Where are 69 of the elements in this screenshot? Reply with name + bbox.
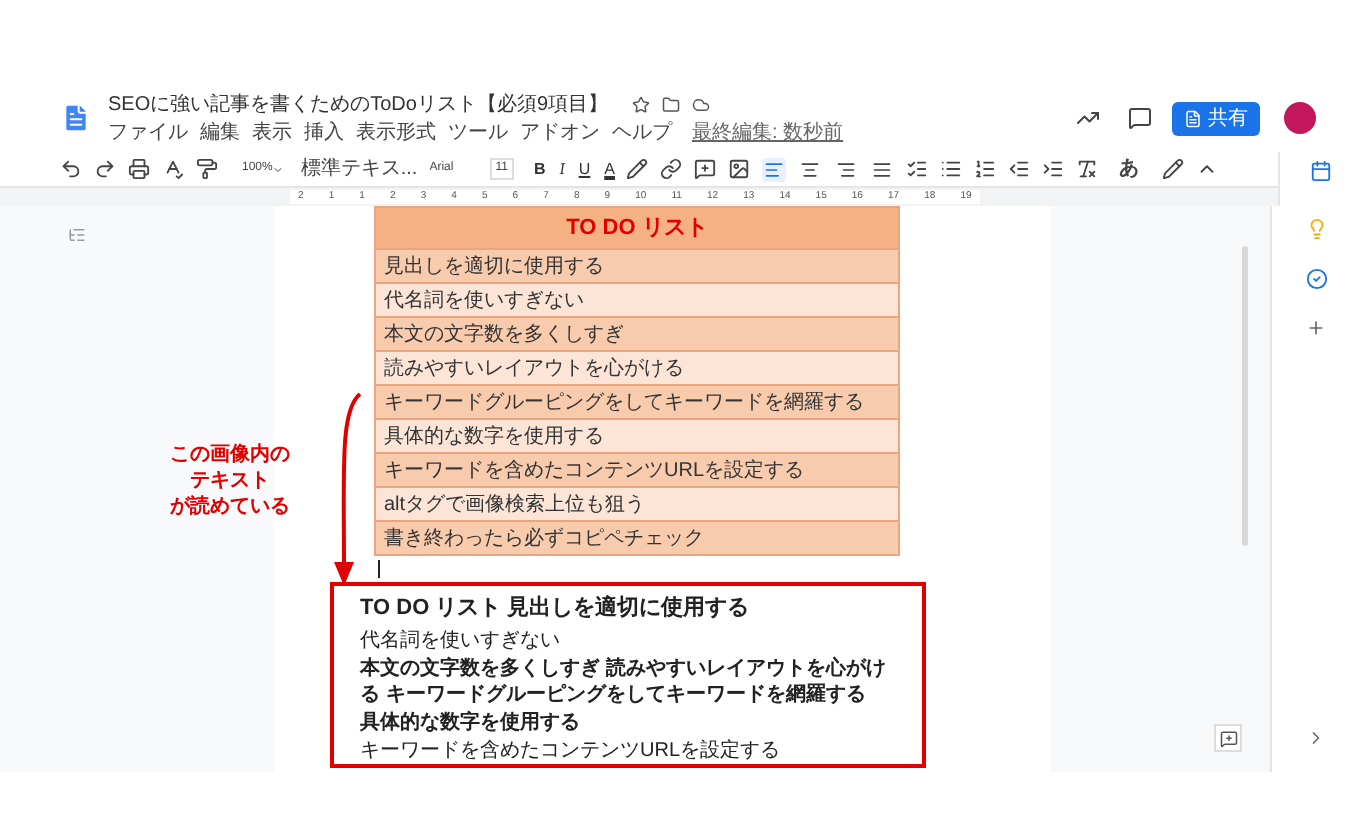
paragraph-text: 具体的な数字を使用する [360, 709, 582, 735]
menu-item[interactable]: 表示形式 [356, 120, 436, 146]
checklist-icon[interactable] [906, 158, 929, 180]
text-cursor [378, 560, 380, 578]
table-title: TO DO リスト [566, 213, 708, 244]
menu-item[interactable]: 表示 [252, 120, 292, 146]
calendar-icon[interactable] [1309, 160, 1332, 182]
image-icon[interactable] [728, 158, 751, 180]
add-icon[interactable] [1306, 318, 1326, 338]
paragraph-text: 代名詞を使いすぎない [360, 627, 562, 653]
highlight-icon[interactable] [626, 158, 649, 180]
annotation-text: この画像内の [170, 442, 290, 468]
format-button[interactable]: B [533, 157, 546, 181]
folder-icon[interactable] [662, 96, 681, 114]
align-right-icon[interactable] [834, 157, 859, 181]
bulleted-list-icon[interactable] [940, 158, 963, 180]
table-cell: 代名詞を使いすぎない [376, 282, 898, 316]
menu-item[interactable]: 挿入 [304, 120, 344, 146]
table-cell: altタグで画像検索上位も狙う [376, 486, 898, 520]
menu-item[interactable]: ヘルプ [612, 120, 672, 146]
indent-increase-icon[interactable] [1042, 158, 1065, 180]
indent-decrease-icon[interactable] [1008, 158, 1031, 180]
avatar[interactable] [1284, 102, 1316, 134]
last-edit-link[interactable]: 最終編集: 数秒前 [692, 120, 844, 146]
paragraph-text: キーワードを含めたコンテンツURLを設定する [360, 737, 783, 763]
undo-icon[interactable] [60, 158, 82, 180]
align-left-icon[interactable] [762, 157, 787, 181]
add-comment-icon[interactable] [694, 158, 717, 180]
menu-item[interactable]: ファイル [108, 120, 188, 146]
comment-icon[interactable] [1128, 106, 1152, 130]
tasks-icon[interactable] [1305, 268, 1327, 290]
scrollbar[interactable] [1242, 246, 1248, 546]
menu-item[interactable]: ツール [448, 120, 508, 146]
dropdown-caret-icon [272, 163, 285, 175]
table-cell: 書き終わったら必ずコピペチェック [376, 520, 898, 554]
share-button[interactable]: 共有 [1172, 101, 1260, 135]
table-cell: 見出しを適切に使用する [376, 248, 898, 282]
outline-icon[interactable] [68, 226, 86, 244]
table-cell: 本文の文字数を多くしすぎ [376, 316, 898, 350]
explore-button[interactable] [1214, 724, 1242, 752]
annotation-text: が読めている [170, 494, 290, 520]
table-cell: キーワードグルーピングをしてキーワードを網羅する [376, 384, 898, 418]
table-cell: 読みやすいレイアウトを心がける [376, 350, 898, 384]
pencil-icon[interactable] [1162, 158, 1185, 180]
format-button[interactable]: A [604, 157, 615, 181]
paint-format-icon[interactable] [196, 158, 218, 180]
format-button[interactable]: I [559, 157, 565, 181]
align-justify-icon[interactable] [870, 157, 895, 181]
clear-formatting-icon[interactable] [1076, 158, 1099, 180]
document-title[interactable]: SEOに強い記事を書くためのToDoリスト【必須9項目】 [108, 90, 609, 120]
format-button[interactable]: U [578, 157, 591, 181]
heading-text: TO DO リスト 見出しを適切に使用する [360, 593, 752, 624]
table-cell: キーワードを含めたコンテンツURLを設定する [376, 452, 898, 486]
menu-item[interactable]: 編集 [200, 120, 240, 146]
star-icon[interactable] [632, 96, 651, 114]
redo-icon[interactable] [94, 158, 116, 180]
paragraph-text: 本文の文字数を多くしすぎ 読みやすいレイアウトを心がける キーワードグルーピングをしてキーワードを網羅する [360, 655, 888, 707]
cloud-icon[interactable] [692, 96, 711, 114]
link-icon[interactable] [660, 158, 683, 180]
align-center-icon[interactable] [798, 157, 823, 181]
activity-icon[interactable] [1076, 106, 1100, 130]
print-icon[interactable] [128, 158, 150, 180]
menu-item[interactable]: アドオン [520, 120, 600, 146]
annotation-text: テキスト [190, 468, 270, 494]
style-select[interactable]: 標準テキス... [300, 157, 418, 181]
input-tool-select[interactable]: あ [1118, 154, 1139, 184]
table-cell: 具体的な数字を使用する [376, 418, 898, 452]
spellcheck-icon[interactable] [162, 158, 184, 180]
numbered-list-icon[interactable] [974, 158, 997, 180]
